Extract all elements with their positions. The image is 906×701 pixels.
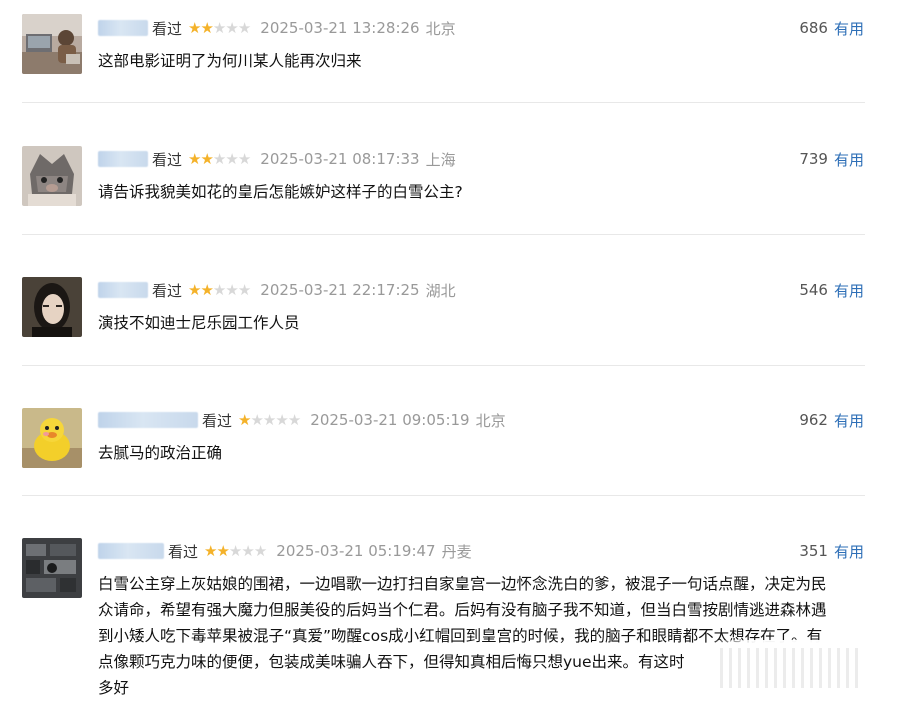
avatar[interactable] [22,14,82,74]
star-empty-icon: ★ [225,281,238,299]
useful-button[interactable]: 有用 [834,541,864,562]
star-empty-icon: ★ [212,281,226,299]
rating-stars: ★ ★ ★ ★ ★ [188,19,251,37]
comment-location: 丹麦 [441,542,472,561]
star-filled-icon: ★ [188,19,201,37]
vote-area: 962 有用 [799,409,864,431]
star-empty-icon: ★ [241,542,254,560]
star-empty-icon: ★ [275,411,288,429]
rating-stars: ★ ★ ★ ★ ★ [204,542,267,560]
avatar[interactable] [22,538,82,598]
username-blurred[interactable] [98,543,164,559]
overlay-glare-stripes [720,648,860,688]
comment-time: 2025-03-21 22:17:25 [260,281,420,299]
vote-count: 962 [799,411,828,429]
star-empty-icon: ★ [250,411,263,429]
star-empty-icon: ★ [212,150,226,168]
star-empty-icon: ★ [237,281,251,299]
watched-label: 看过 [152,19,183,38]
stone-wall-avatar-icon [22,538,82,598]
comment-location: 北京 [475,411,506,430]
comment-meta: 看过 ★ ★ ★ ★ ★ 2025-03-21 09:05:19 北京 [98,409,506,431]
comment-text: 这部电影证明了为何川某人能再次归来 [98,52,362,70]
vote-area: 351 有用 [799,540,864,562]
useful-button[interactable]: 有用 [834,280,864,301]
username-blurred[interactable] [98,20,148,36]
star-filled-icon: ★ [216,542,229,560]
star-empty-icon: ★ [228,542,242,560]
vote-area: 739 有用 [799,148,864,170]
star-filled-icon: ★ [188,281,201,299]
useful-button[interactable]: 有用 [834,149,864,170]
username-blurred[interactable] [98,412,198,428]
comment-time: 2025-03-21 09:05:19 [310,411,470,429]
vote-area: 546 有用 [799,279,864,301]
star-empty-icon: ★ [212,19,226,37]
comment-time: 2025-03-21 05:19:47 [276,542,436,560]
star-filled-icon: ★ [200,150,213,168]
comment-text: 去腻马的政治正确 [98,444,223,462]
comment-location: 湖北 [425,281,456,300]
star-empty-icon: ★ [262,411,276,429]
comment-meta: 看过 ★ ★ ★ ★ ★ 2025-03-21 13:28:26 北京 [98,17,456,39]
vote-area: 686 有用 [799,17,864,39]
divider [22,495,865,496]
watched-label: 看过 [168,542,199,561]
star-empty-icon: ★ [225,19,238,37]
vote-count: 739 [799,150,828,168]
star-empty-icon: ★ [237,19,251,37]
person-at-desk-avatar-icon [22,14,82,74]
vote-count: 546 [799,281,828,299]
comment-meta: 看过 ★ ★ ★ ★ ★ 2025-03-21 22:17:25 湖北 [98,279,456,301]
comment-meta: 看过 ★ ★ ★ ★ ★ 2025-03-21 08:17:33 上海 [98,148,456,170]
watched-label: 看过 [152,150,183,169]
watched-label: 看过 [152,281,183,300]
comment-text: 演技不如迪士尼乐园工作人员 [98,314,300,332]
star-empty-icon: ★ [253,542,267,560]
comment-text: 请告诉我貌美如花的皇后怎能嫉妒这样子的白雪公主? [98,183,463,201]
star-filled-icon: ★ [238,411,251,429]
rating-stars: ★ ★ ★ ★ ★ [188,150,251,168]
useful-button[interactable]: 有用 [834,18,864,39]
username-blurred[interactable] [98,282,148,298]
star-filled-icon: ★ [200,19,213,37]
avatar[interactable] [22,146,82,206]
boar-mask-avatar-icon [22,146,82,206]
comment-line: 众请命，希望有强大魔力但服美役的后妈当个仁君。后妈有没有脑子我不知道，但当白雪按… [98,601,827,619]
star-empty-icon: ★ [237,150,251,168]
comment-line: 白雪公主穿上灰姑娘的围裙，一边唱歌一边打扫自家皇宫一边怀念洗白的爹，被混子一句话… [98,575,827,593]
username-blurred[interactable] [98,151,148,167]
yellow-duck-avatar-icon [22,408,82,468]
useful-button[interactable]: 有用 [834,410,864,431]
rating-stars: ★ ★ ★ ★ ★ [188,281,251,299]
divider [22,102,865,103]
rating-stars: ★ ★ ★ ★ ★ [238,411,301,429]
star-filled-icon: ★ [200,281,213,299]
comment-meta: 看过 ★ ★ ★ ★ ★ 2025-03-21 05:19:47 丹麦 [98,540,472,562]
star-empty-icon: ★ [225,150,238,168]
comment-location: 上海 [425,150,456,169]
comment-time: 2025-03-21 08:17:33 [260,150,420,168]
avatar[interactable] [22,408,82,468]
comment-time: 2025-03-21 13:28:26 [260,19,420,37]
watched-label: 看过 [202,411,233,430]
comment-location: 北京 [425,19,456,38]
divider [22,365,865,366]
star-filled-icon: ★ [204,542,217,560]
divider [22,234,865,235]
star-filled-icon: ★ [188,150,201,168]
star-empty-icon: ★ [287,411,301,429]
dark-haired-man-avatar-icon [22,277,82,337]
vote-count: 686 [799,19,828,37]
vote-count: 351 [799,542,828,560]
avatar[interactable] [22,277,82,337]
